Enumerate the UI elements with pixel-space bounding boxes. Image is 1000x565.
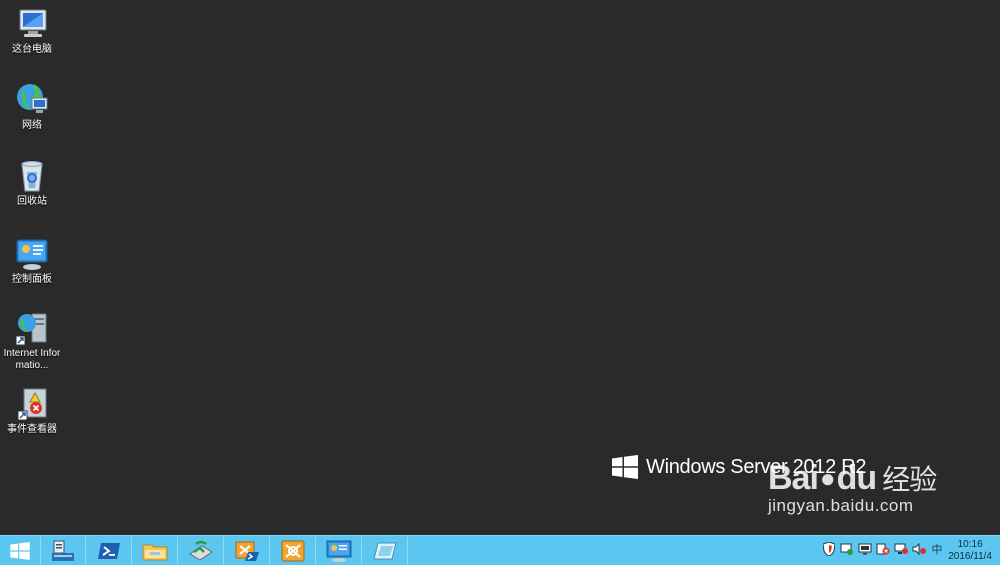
iis-manager-icon (14, 310, 50, 346)
desktop-icon-label: 事件查看器 (7, 424, 57, 435)
windows-logo-icon (612, 455, 638, 479)
taskbar-powershell[interactable] (87, 537, 132, 564)
powershell-icon (98, 542, 120, 559)
watermark-url: jingyan.baidu.com (768, 496, 914, 515)
desktop-icon-label: 回收站 (17, 196, 47, 207)
taskbar-app[interactable] (363, 537, 408, 564)
paw-icon: ● (819, 462, 836, 493)
recycle-bin-icon (14, 158, 50, 194)
desktop-icon-network[interactable]: 网络 (2, 82, 62, 132)
desktop-icon-control-panel[interactable]: 控制面板 (2, 236, 62, 286)
control-panel-icon (326, 540, 352, 562)
display-icon[interactable] (858, 542, 872, 556)
baidu-watermark: Bai ● du 经验 jingyan.baidu.com (768, 458, 937, 516)
taskbar-iis-manager[interactable] (271, 537, 316, 564)
desktop-icon-recycle-bin[interactable]: 回收站 (2, 158, 62, 208)
desktop-icon-event-viewer[interactable]: 事件查看器 (2, 386, 62, 436)
taskbar-server-manager[interactable] (41, 537, 86, 564)
system-clock[interactable]: 10:16 2016/11/4 (948, 539, 992, 563)
start-button[interactable] (0, 537, 41, 564)
taskbar: 中 10:16 2016/11/4 (0, 535, 1000, 565)
watermark-cn: 经验 (882, 464, 937, 495)
event-viewer-icon (14, 386, 50, 422)
desktop-icon-label: Internet Informatio... (3, 348, 61, 371)
app-icon (373, 542, 397, 559)
network-status-icon[interactable] (894, 542, 908, 556)
admin-tool-icon (235, 541, 259, 561)
security-shield-icon[interactable] (822, 542, 836, 556)
desktop-icon-label: 控制面板 (12, 274, 52, 285)
taskbar-admin-tool[interactable] (225, 537, 270, 564)
taskbar-network-tool[interactable] (179, 537, 224, 564)
desktop-icon-iis[interactable]: Internet Informatio... (2, 310, 62, 372)
error-flag-icon[interactable] (876, 542, 890, 556)
computer-icon (14, 6, 50, 42)
taskbar-file-explorer[interactable] (133, 537, 178, 564)
desktop: 这台电脑 网络 回收站 控制面板 Internet Informatio... … (0, 0, 1000, 535)
taskbar-control-panel[interactable] (317, 537, 362, 564)
watermark-logo-tail: du (836, 458, 878, 497)
ime-indicator[interactable]: 中 (930, 542, 944, 556)
clock-time: 10:16 (957, 539, 983, 550)
desktop-icon-label: 这台电脑 (12, 44, 52, 55)
file-explorer-icon (142, 544, 168, 560)
volume-muted-icon[interactable] (912, 542, 926, 556)
windows-start-icon (10, 541, 30, 560)
clock-date: 2016/11/4 (948, 551, 992, 562)
watermark-logo: Bai (768, 458, 819, 497)
desktop-icon-label: 网络 (22, 120, 42, 131)
network-globe-icon (14, 82, 50, 118)
desktop-icon-this-pc[interactable]: 这台电脑 (2, 6, 62, 56)
control-panel-icon (14, 236, 50, 272)
network-tool-icon (189, 540, 213, 561)
iis-manager-icon (281, 540, 305, 561)
system-tray: 中 (822, 542, 944, 556)
server-manager-icon (52, 540, 74, 561)
action-center-icon[interactable] (840, 542, 854, 556)
